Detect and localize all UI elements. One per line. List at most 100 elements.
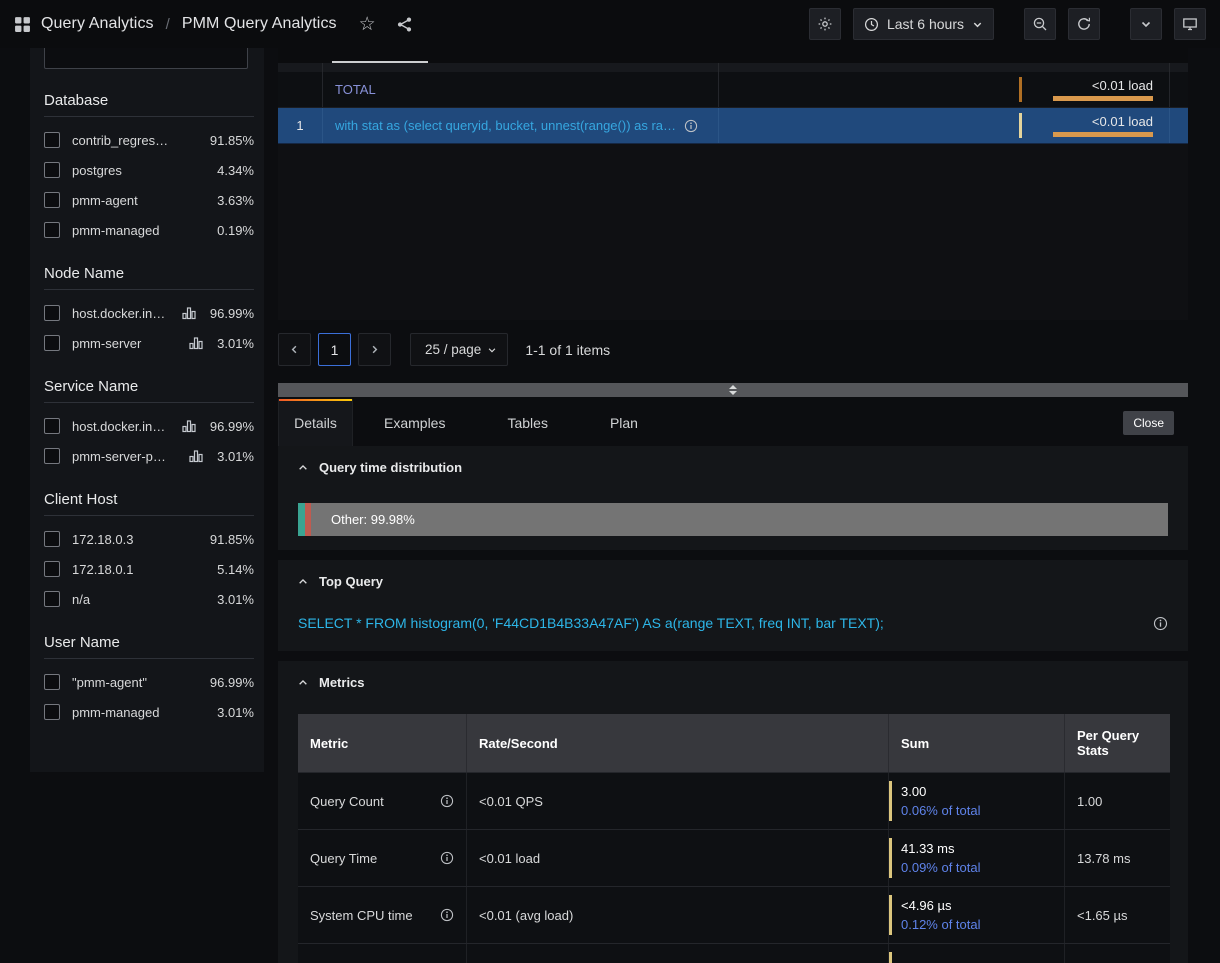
prev-page-button[interactable] xyxy=(278,333,311,366)
checkbox[interactable] xyxy=(44,704,60,720)
load-sparkline-tick xyxy=(1019,77,1022,102)
checkbox[interactable] xyxy=(44,531,60,547)
filter-percent: 4.34% xyxy=(217,163,254,178)
filter-item[interactable]: contrib_regres… 91.85% xyxy=(44,125,254,155)
checkbox[interactable] xyxy=(44,222,60,238)
filter-percent: 5.14% xyxy=(217,562,254,577)
filter-percent: 91.85% xyxy=(210,532,254,547)
checkbox[interactable] xyxy=(44,132,60,148)
time-range-picker[interactable]: Last 6 hours xyxy=(853,8,994,40)
load-cell: <0.01 load xyxy=(1015,108,1169,143)
bar-chart-icon[interactable] xyxy=(189,336,203,350)
column-header: Rate/Second xyxy=(466,714,888,772)
filter-item[interactable]: "pmm-agent" 96.99% xyxy=(44,667,254,697)
metric-rate: <0.01 (avg load) xyxy=(466,944,888,963)
checkbox[interactable] xyxy=(44,305,60,321)
filter-section-title: Client Host xyxy=(44,491,254,508)
checkbox[interactable] xyxy=(44,674,60,690)
filter-item[interactable]: pmm-agent 3.63% xyxy=(44,185,254,215)
tab-details[interactable]: Details xyxy=(278,399,353,446)
chevron-up-icon xyxy=(298,678,308,688)
checkbox[interactable] xyxy=(44,448,60,464)
refresh-interval-dropdown[interactable] xyxy=(1130,8,1162,40)
breadcrumb-section[interactable]: Query Analytics xyxy=(41,15,154,33)
kiosk-mode-button[interactable] xyxy=(1174,8,1206,40)
dashboards-grid-icon[interactable] xyxy=(14,16,31,33)
filter-item[interactable]: host.docker.in… 96.99% xyxy=(44,298,254,328)
info-icon[interactable] xyxy=(440,908,454,922)
info-icon[interactable] xyxy=(1153,616,1168,631)
share-icon[interactable] xyxy=(396,16,413,33)
filter-label: pmm-server-p… xyxy=(72,449,177,464)
pagination-summary: 1-1 of 1 items xyxy=(525,342,610,358)
section-title: Top Query xyxy=(319,574,383,589)
close-button[interactable]: Close xyxy=(1123,411,1174,435)
filter-item[interactable]: pmm-managed 3.01% xyxy=(44,697,254,727)
filter-label: pmm-managed xyxy=(72,705,205,720)
checkbox[interactable] xyxy=(44,335,60,351)
filter-percent: 3.63% xyxy=(217,193,254,208)
sum-percent-link[interactable]: 0.12% of total xyxy=(901,917,981,932)
tab-tables[interactable]: Tables xyxy=(476,399,578,446)
sum-value: <4.96 µs xyxy=(901,898,981,913)
table-row[interactable]: 1 with stat as (select queryid, bucket, … xyxy=(278,108,1188,144)
filter-section-client-host: Client Host 172.18.0.3 91.85% 172.18.0.1… xyxy=(44,491,254,614)
divider xyxy=(44,289,254,290)
checkbox[interactable] xyxy=(44,162,60,178)
tab-plan[interactable]: Plan xyxy=(579,399,669,446)
filter-item[interactable]: pmm-managed 0.19% xyxy=(44,215,254,245)
filter-item[interactable]: pmm-server 3.01% xyxy=(44,328,254,358)
distribution-segment-teal xyxy=(298,503,305,536)
checkbox[interactable] xyxy=(44,192,60,208)
details-panel: Details Examples Tables Plan Close Query… xyxy=(278,399,1188,963)
dashboard-settings-button[interactable] xyxy=(809,8,841,40)
filter-item[interactable]: 172.18.0.1 5.14% xyxy=(44,554,254,584)
checkbox[interactable] xyxy=(44,561,60,577)
bar-chart-icon[interactable] xyxy=(182,306,196,320)
bar-chart-icon[interactable] xyxy=(182,419,196,433)
section-header[interactable]: Query time distribution xyxy=(298,460,1168,475)
divider xyxy=(44,116,254,117)
info-icon[interactable] xyxy=(684,119,698,133)
table-row-total[interactable]: TOTAL <0.01 load xyxy=(278,72,1188,108)
filter-section-service-name: Service Name host.docker.in… 96.99% pmm-… xyxy=(44,378,254,471)
checkbox[interactable] xyxy=(44,418,60,434)
info-icon[interactable] xyxy=(440,794,454,808)
zoom-out-button[interactable] xyxy=(1024,8,1056,40)
filter-label: pmm-server xyxy=(72,336,177,351)
checkbox[interactable] xyxy=(44,591,60,607)
info-icon[interactable] xyxy=(440,851,454,865)
next-page-button[interactable] xyxy=(358,333,391,366)
divider xyxy=(44,402,254,403)
sum-percent-link[interactable]: 0.06% of total xyxy=(901,803,981,818)
page-size-select[interactable]: 25 / page xyxy=(410,333,508,366)
section-query-time-distribution: Query time distribution Other: 99.98% xyxy=(278,446,1188,550)
refresh-button[interactable] xyxy=(1068,8,1100,40)
load-cell: <0.01 load xyxy=(1015,72,1169,107)
filter-label: n/a xyxy=(72,592,205,607)
star-icon[interactable]: ☆ xyxy=(359,15,376,34)
sum-sparkline-tick xyxy=(889,952,892,963)
filter-item[interactable]: postgres 4.34% xyxy=(44,155,254,185)
bar-chart-icon[interactable] xyxy=(189,449,203,463)
filter-percent: 3.01% xyxy=(217,705,254,720)
sum-percent-link[interactable]: 0.09% of total xyxy=(901,860,981,875)
metric-name: System CPU time xyxy=(310,908,413,923)
page-number-button[interactable]: 1 xyxy=(318,333,351,366)
filter-item[interactable]: n/a 3.01% xyxy=(44,584,254,614)
tab-examples[interactable]: Examples xyxy=(353,399,476,446)
filter-search-input[interactable] xyxy=(44,48,248,69)
pagination: 1 25 / page 1-1 of 1 items xyxy=(278,333,610,366)
distribution-bar: Other: 99.98% xyxy=(298,503,1168,536)
panel-resize-handle[interactable] xyxy=(278,383,1188,397)
filter-item[interactable]: host.docker.in… 96.99% xyxy=(44,411,254,441)
section-header[interactable]: Metrics xyxy=(298,675,1168,690)
section-header[interactable]: Top Query xyxy=(298,574,1168,589)
filter-label: host.docker.in… xyxy=(72,419,170,434)
filter-item[interactable]: pmm-server-p… 3.01% xyxy=(44,441,254,471)
query-text[interactable]: with stat as (select queryid, bucket, un… xyxy=(335,118,676,133)
top-query-sql: SELECT * FROM histogram(0, 'F44CD1B4B33A… xyxy=(298,615,884,631)
filter-label: 172.18.0.1 xyxy=(72,562,205,577)
filter-item[interactable]: 172.18.0.3 91.85% xyxy=(44,524,254,554)
filter-label: pmm-managed xyxy=(72,223,205,238)
